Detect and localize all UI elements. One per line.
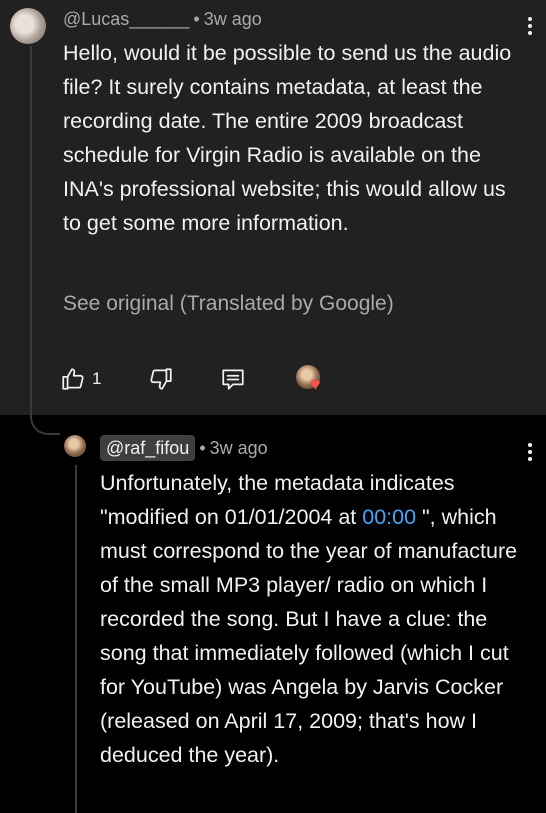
more-vert-icon (528, 17, 532, 21)
reply-text: Unfortunately, the metadata indicates "m… (100, 466, 530, 772)
reply-thread-line (75, 465, 77, 813)
timestamp-link[interactable]: 00:00 (362, 505, 416, 529)
more-vert-icon (528, 443, 532, 447)
creator-heart-icon: ♥ (296, 365, 326, 393)
comment-time[interactable]: 3w ago (204, 9, 262, 29)
meta-separator: • (193, 9, 200, 29)
avatar[interactable] (10, 8, 46, 44)
author-name[interactable]: @Lucas______ (63, 9, 189, 29)
thread-line (30, 46, 32, 414)
heart-icon: ♥ (310, 374, 321, 394)
comment-text: Hello, would it be possible to send us t… (63, 41, 512, 235)
meta-separator: • (199, 438, 206, 458)
creator-heart[interactable]: ♥ (296, 362, 326, 396)
see-original-link[interactable]: See original (Translated by Google) (63, 292, 394, 316)
reply-icon (222, 369, 244, 390)
reply-time[interactable]: 3w ago (210, 438, 268, 458)
reply-more-options-button[interactable] (520, 436, 540, 468)
more-options-button[interactable] (520, 10, 540, 42)
reply-button[interactable] (220, 362, 246, 396)
thumb-down-icon (150, 368, 172, 390)
reply-text-part: ", which must correspond to the year of … (100, 505, 518, 767)
comment-meta: @Lucas______ • 3w ago (63, 9, 262, 30)
like-button[interactable]: 1 (60, 362, 101, 396)
creator-author-chip[interactable]: @raf_fifou (100, 435, 196, 461)
like-count: 1 (92, 369, 102, 388)
dislike-button[interactable] (148, 362, 174, 396)
reply-meta: @raf_fifou • 3w ago (100, 435, 268, 461)
thumb-up-icon (62, 368, 84, 390)
reply-avatar[interactable] (64, 435, 86, 457)
